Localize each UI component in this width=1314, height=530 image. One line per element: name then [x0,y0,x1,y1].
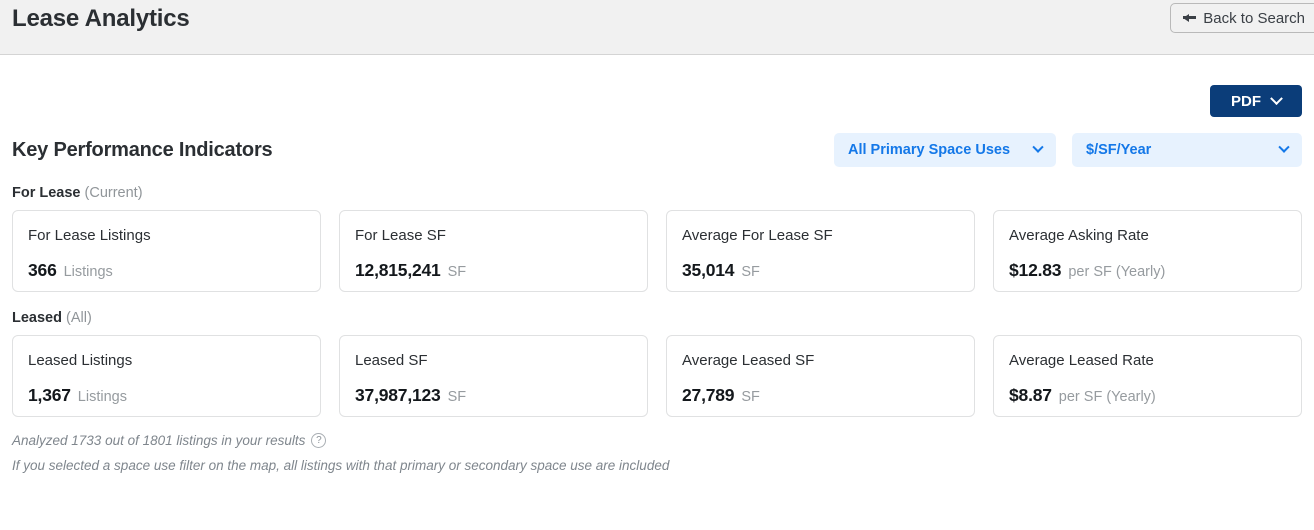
section-qualifier: (All) [66,310,92,326]
section-label-for-lease: For Lease (Current) [12,185,1302,201]
section-label-leased: Leased (All) [12,310,1302,326]
kpi-card-value-row: 27,789 SF [682,385,959,406]
kpi-card: For Lease SF 12,815,241 SF [339,210,648,292]
kpi-card-value: 1,367 [28,385,71,405]
kpi-card-unit: Listings [77,389,127,405]
kpi-card-unit: SF [447,264,467,280]
kpi-card-value-row: $12.83 per SF (Yearly) [1009,260,1286,281]
rate-unit-filter-select[interactable]: $/SF/Year [1072,133,1302,167]
kpi-card-value-row: 366 Listings [28,260,305,281]
section-name: Leased [12,310,62,326]
pdf-button-label: PDF [1231,92,1261,110]
back-to-search-label: Back to Search [1203,9,1305,27]
kpi-card-label: For Lease Listings [28,227,151,244]
kpi-card-unit: SF [741,264,760,280]
kpi-card-label: For Lease SF [355,227,446,244]
kpi-card-label: Average Leased SF [682,352,815,369]
kpi-card-value: 12,815,241 [355,260,441,280]
chevron-down-icon [1278,141,1290,153]
analyzed-listings-text: Analyzed 1733 out of 1801 listings in yo… [12,433,306,448]
rate-unit-filter-label: $/SF/Year [1086,142,1152,158]
kpi-card-label: Average For Lease SF [682,227,833,244]
section-qualifier: (Current) [84,185,143,201]
main-content: PDF Key Performance Indicators All Prima… [0,55,1314,473]
kpi-card-unit: per SF (Yearly) [1058,389,1156,405]
space-use-filter-label: All Primary Space Uses [848,142,1011,158]
kpi-card-value: 27,789 [682,385,735,405]
kpi-card: Average For Lease SF 35,014 SF [666,210,975,292]
page-title: Lease Analytics [12,5,190,32]
kpi-card: For Lease Listings 366 Listings [12,210,321,292]
kpi-card-unit: SF [447,389,467,405]
back-to-search-button[interactable]: Back to Search [1170,3,1314,33]
kpi-card-label: Average Leased Rate [1009,352,1154,369]
question-mark-icon[interactable]: ? [311,433,327,448]
kpi-card-unit: SF [741,389,760,405]
kpi-card-label: Average Asking Rate [1009,227,1149,244]
kpi-header-row: Key Performance Indicators All Primary S… [12,133,1302,167]
kpi-card-value: 37,987,123 [355,385,441,405]
analyzed-listings-note: Analyzed 1733 out of 1801 listings in yo… [12,433,1302,448]
kpi-card-value-row: $8.87 per SF (Yearly) [1009,385,1286,406]
kpi-card-value: $8.87 [1009,385,1052,405]
kpi-card-value: 366 [28,260,57,280]
kpi-card: Leased Listings 1,367 Listings [12,335,321,417]
kpi-card-value-row: 37,987,123 SF [355,385,632,406]
chevron-down-icon [1270,91,1283,105]
pdf-toolbar: PDF [12,55,1302,117]
kpi-card: Average Asking Rate $12.83 per SF (Yearl… [993,210,1302,292]
kpi-card-label: Leased SF [355,352,428,369]
kpi-cards-leased: Leased Listings 1,367 Listings Leased SF… [12,335,1302,417]
kpi-filters: All Primary Space Uses $/SF/Year [834,133,1302,167]
kpi-card-unit: Listings [63,264,113,280]
kpi-card-label: Leased Listings [28,352,133,369]
kpi-card-value-row: 1,367 Listings [28,385,305,406]
kpi-card: Average Leased Rate $8.87 per SF (Yearly… [993,335,1302,417]
kpi-section-title: Key Performance Indicators [12,138,273,161]
space-use-filter-note: If you selected a space use filter on th… [12,458,670,473]
kpi-card: Average Leased SF 27,789 SF [666,335,975,417]
kpi-cards-for-lease: For Lease Listings 366 Listings For Leas… [12,210,1302,292]
space-use-filter-select[interactable]: All Primary Space Uses [834,133,1056,167]
kpi-card: Leased SF 37,987,123 SF [339,335,648,417]
pdf-export-button[interactable]: PDF [1210,85,1302,117]
kpi-card-value-row: 35,014 SF [682,260,959,281]
arrow-left-icon [1183,12,1197,24]
kpi-card-value: 35,014 [682,260,735,280]
kpi-card-unit: per SF (Yearly) [1068,264,1166,280]
app-header: Lease Analytics Back to Search [0,0,1314,55]
chevron-down-icon [1032,141,1044,153]
section-name: For Lease [12,185,81,201]
kpi-card-value: $12.83 [1009,260,1062,280]
kpi-card-value-row: 12,815,241 SF [355,260,632,281]
